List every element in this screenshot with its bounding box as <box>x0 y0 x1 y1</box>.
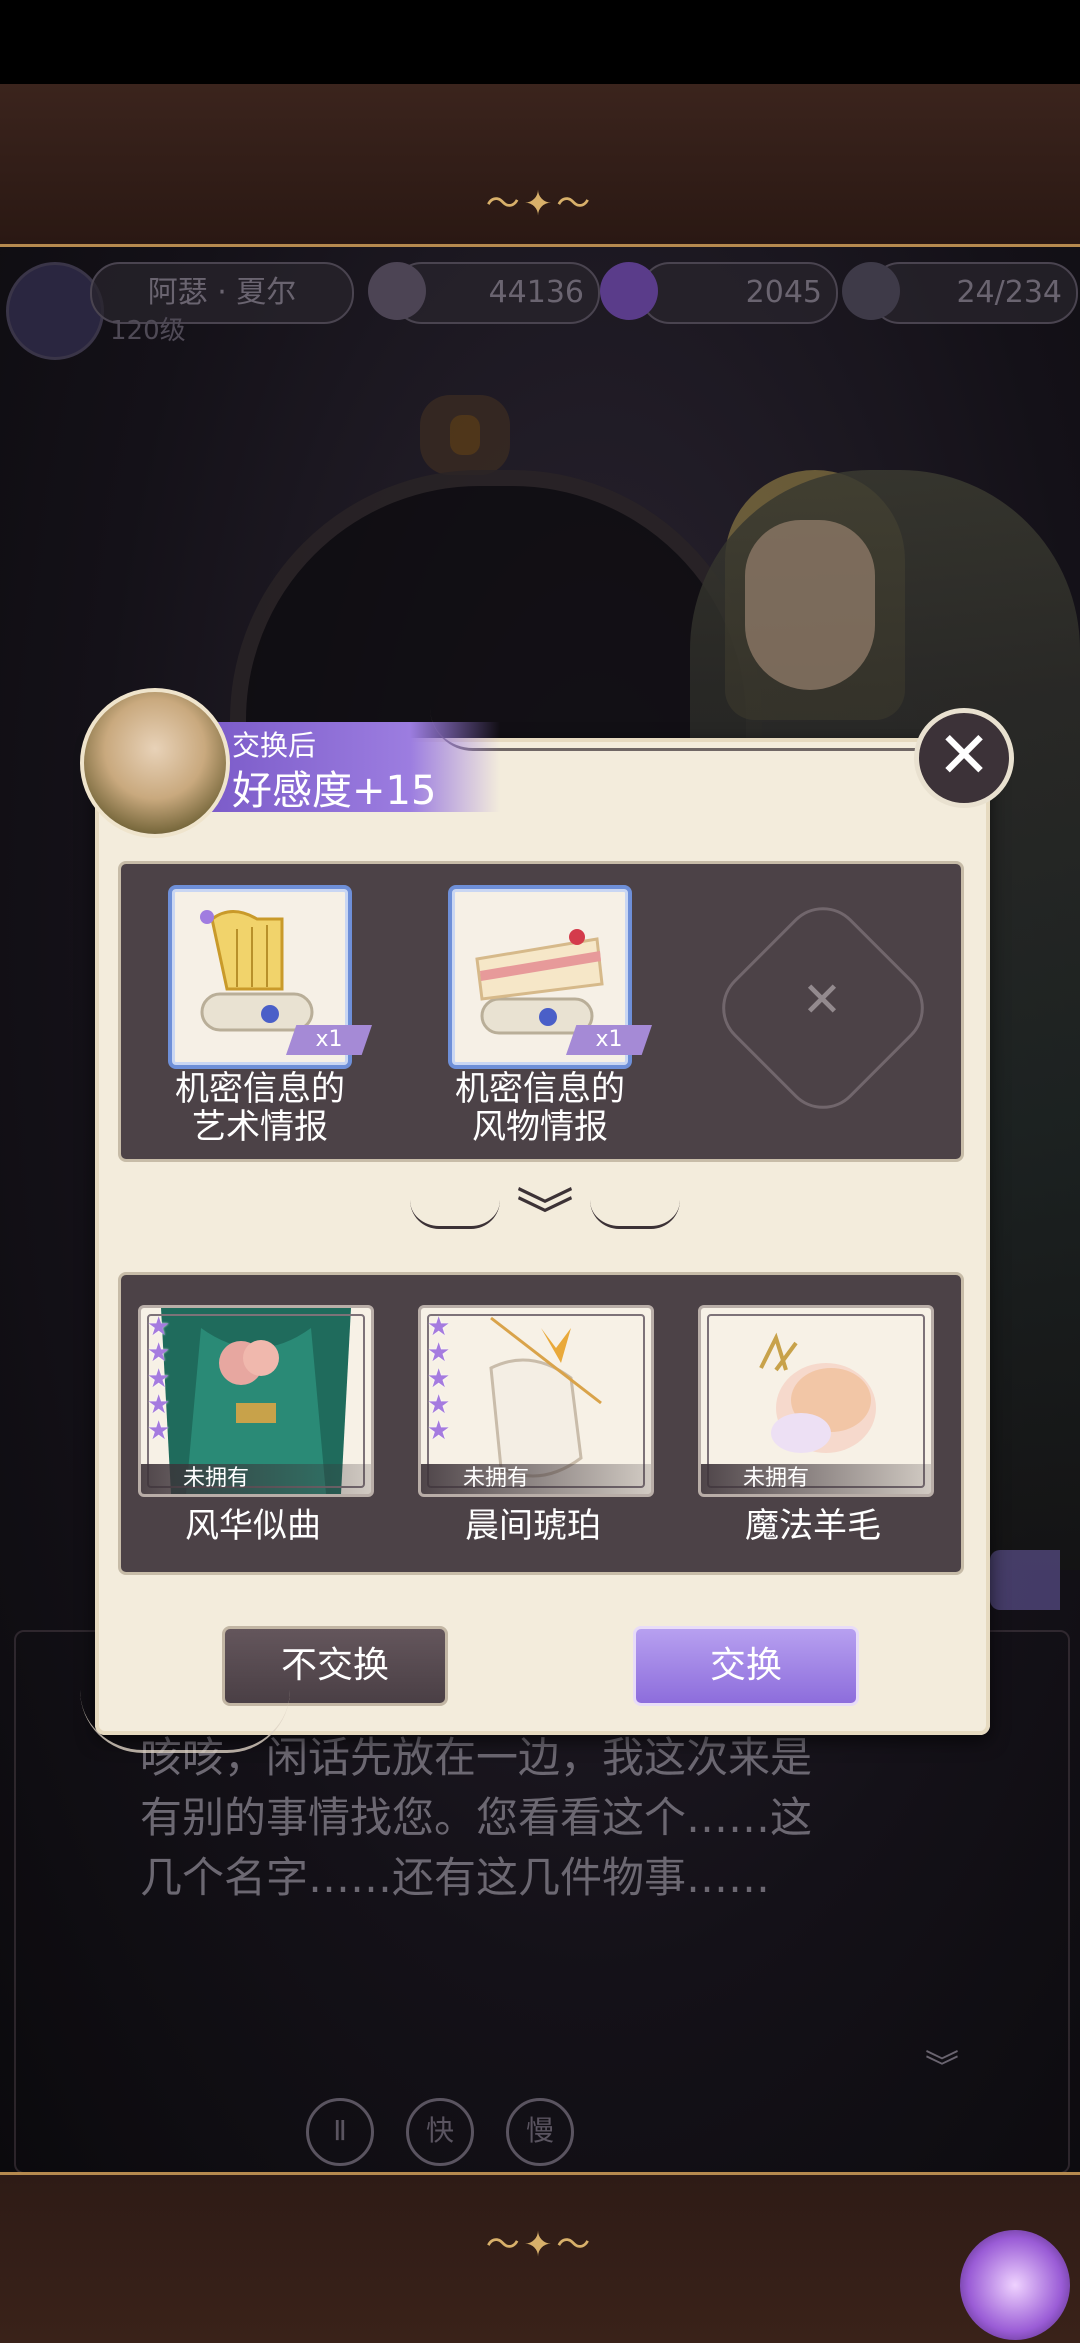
bottom-decor-bar: 〜✦〜 <box>0 2172 1080 2343</box>
qty-badge: x1 <box>566 1025 652 1055</box>
top-ornament-icon: 〜✦〜 <box>485 184 595 224</box>
ownership-status: 未拥有 <box>183 1466 250 1491</box>
vine-decoration <box>430 708 970 751</box>
rarity-stars: ★★★★★ <box>427 1312 451 1446</box>
stamina-counter[interactable]: 24/234 <box>870 262 1078 324</box>
feather-icon <box>842 262 900 320</box>
dialog-text: 咳咳，闲话先放在一边，我这次来是 有别的事情找您。您看看这个……这 几个名字……… <box>140 1733 813 1902</box>
reward-item-wool[interactable]: 未拥有 <box>698 1305 934 1497</box>
empty-slot-icon: ✕ <box>801 972 843 1028</box>
ownership-status: 未拥有 <box>463 1466 530 1491</box>
top-decor-bar: 〜✦〜 <box>0 84 1080 247</box>
confirm-exchange-button[interactable]: 交换 <box>633 1626 859 1706</box>
reward-item-label: 风华似曲 <box>185 1506 321 1546</box>
heart-gem-ornament <box>420 395 510 475</box>
slow-button[interactable]: 慢 <box>506 2098 574 2166</box>
gem-counter[interactable]: 2045 <box>640 262 838 324</box>
cost-item-label: 机密信息的 艺术情报 <box>175 1069 345 1147</box>
side-tab[interactable] <box>990 1550 1060 1610</box>
reward-item-label: 魔法羊毛 <box>745 1506 881 1546</box>
gem-icon <box>600 262 658 320</box>
cost-item-label: 机密信息的 风物情报 <box>455 1069 625 1147</box>
reward-item-label: 晨间琥珀 <box>465 1506 601 1546</box>
rose-menu-icon[interactable] <box>960 2230 1070 2340</box>
character-face <box>745 520 875 690</box>
reward-item-glove[interactable]: ★★★★★ 未拥有 <box>418 1305 654 1497</box>
qty-badge: x1 <box>286 1025 372 1055</box>
bottom-curl-decoration <box>80 1690 290 1753</box>
fast-button[interactable]: 快 <box>406 2098 474 2166</box>
character-avatar <box>80 688 230 838</box>
rarity-stars: ★★★★★ <box>147 1312 171 1446</box>
close-button[interactable]: ✕ <box>914 708 1014 808</box>
gold-coin-icon <box>368 262 426 320</box>
affinity-bonus: 好感度+15 <box>232 768 437 814</box>
ownership-status: 未拥有 <box>743 1466 810 1491</box>
player-level: 120级 <box>110 316 186 346</box>
bottom-ornament-icon: 〜✦〜 <box>485 2225 595 2265</box>
pause-button[interactable]: Ⅱ <box>306 2098 374 2166</box>
reward-item-dress[interactable]: ★★★★★ 未拥有 <box>138 1305 374 1497</box>
player-avatar[interactable] <box>6 262 104 360</box>
chevron-down-icon[interactable]: ︾ <box>925 2040 959 2089</box>
